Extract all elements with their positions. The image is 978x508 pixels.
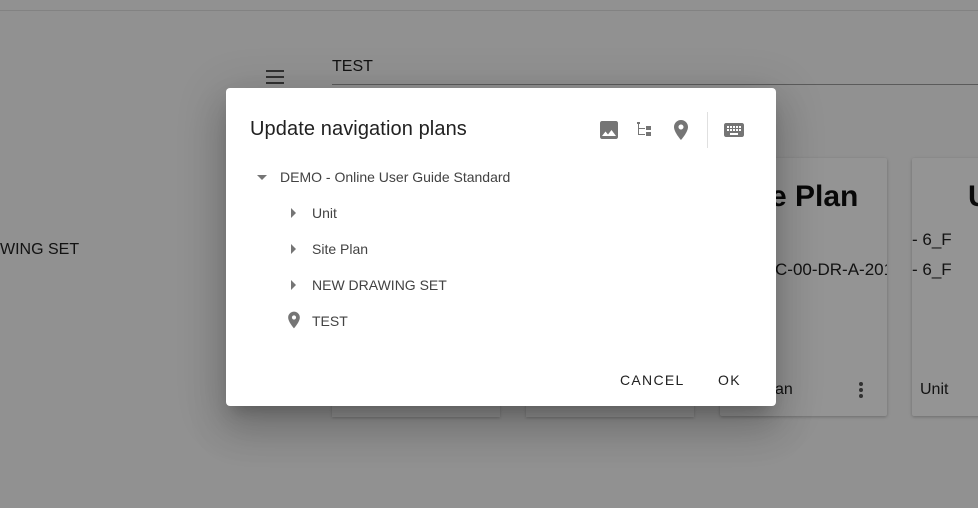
tree-node-label: Site Plan: [312, 241, 369, 257]
tree-root-node[interactable]: DEMO - Online User Guide Standard: [257, 165, 510, 189]
location-pin-icon[interactable]: [669, 118, 693, 142]
tree-node-new-drawing-set[interactable]: NEW DRAWING SET: [291, 273, 447, 297]
location-pin-icon: [284, 310, 304, 333]
tree-node-site-plan[interactable]: Site Plan: [291, 237, 368, 261]
expand-less-icon[interactable]: [257, 174, 267, 180]
image-icon[interactable]: [597, 118, 621, 142]
tree-node-label: Unit: [312, 205, 337, 221]
dialog-title: Update navigation plans: [250, 118, 467, 140]
keyboard-icon[interactable]: [722, 118, 746, 142]
tree-node-unit[interactable]: Unit: [291, 201, 337, 225]
chevron-right-icon[interactable]: [291, 244, 296, 254]
toolbar-divider: [707, 112, 708, 148]
chevron-right-icon[interactable]: [291, 280, 296, 290]
tree-node-label: DEMO - Online User Guide Standard: [280, 169, 511, 185]
tree-node-label: TEST: [312, 313, 348, 329]
ok-button[interactable]: OK: [718, 364, 741, 396]
update-navigation-plans-dialog: Update navigation plans DEMO - Online Us…: [226, 88, 776, 406]
tree-structure-icon[interactable]: [633, 118, 657, 142]
cancel-button[interactable]: CANCEL: [620, 364, 685, 396]
chevron-right-icon[interactable]: [291, 208, 296, 218]
tree-node-label: NEW DRAWING SET: [312, 277, 447, 293]
tree-node-test[interactable]: TEST: [284, 309, 348, 333]
